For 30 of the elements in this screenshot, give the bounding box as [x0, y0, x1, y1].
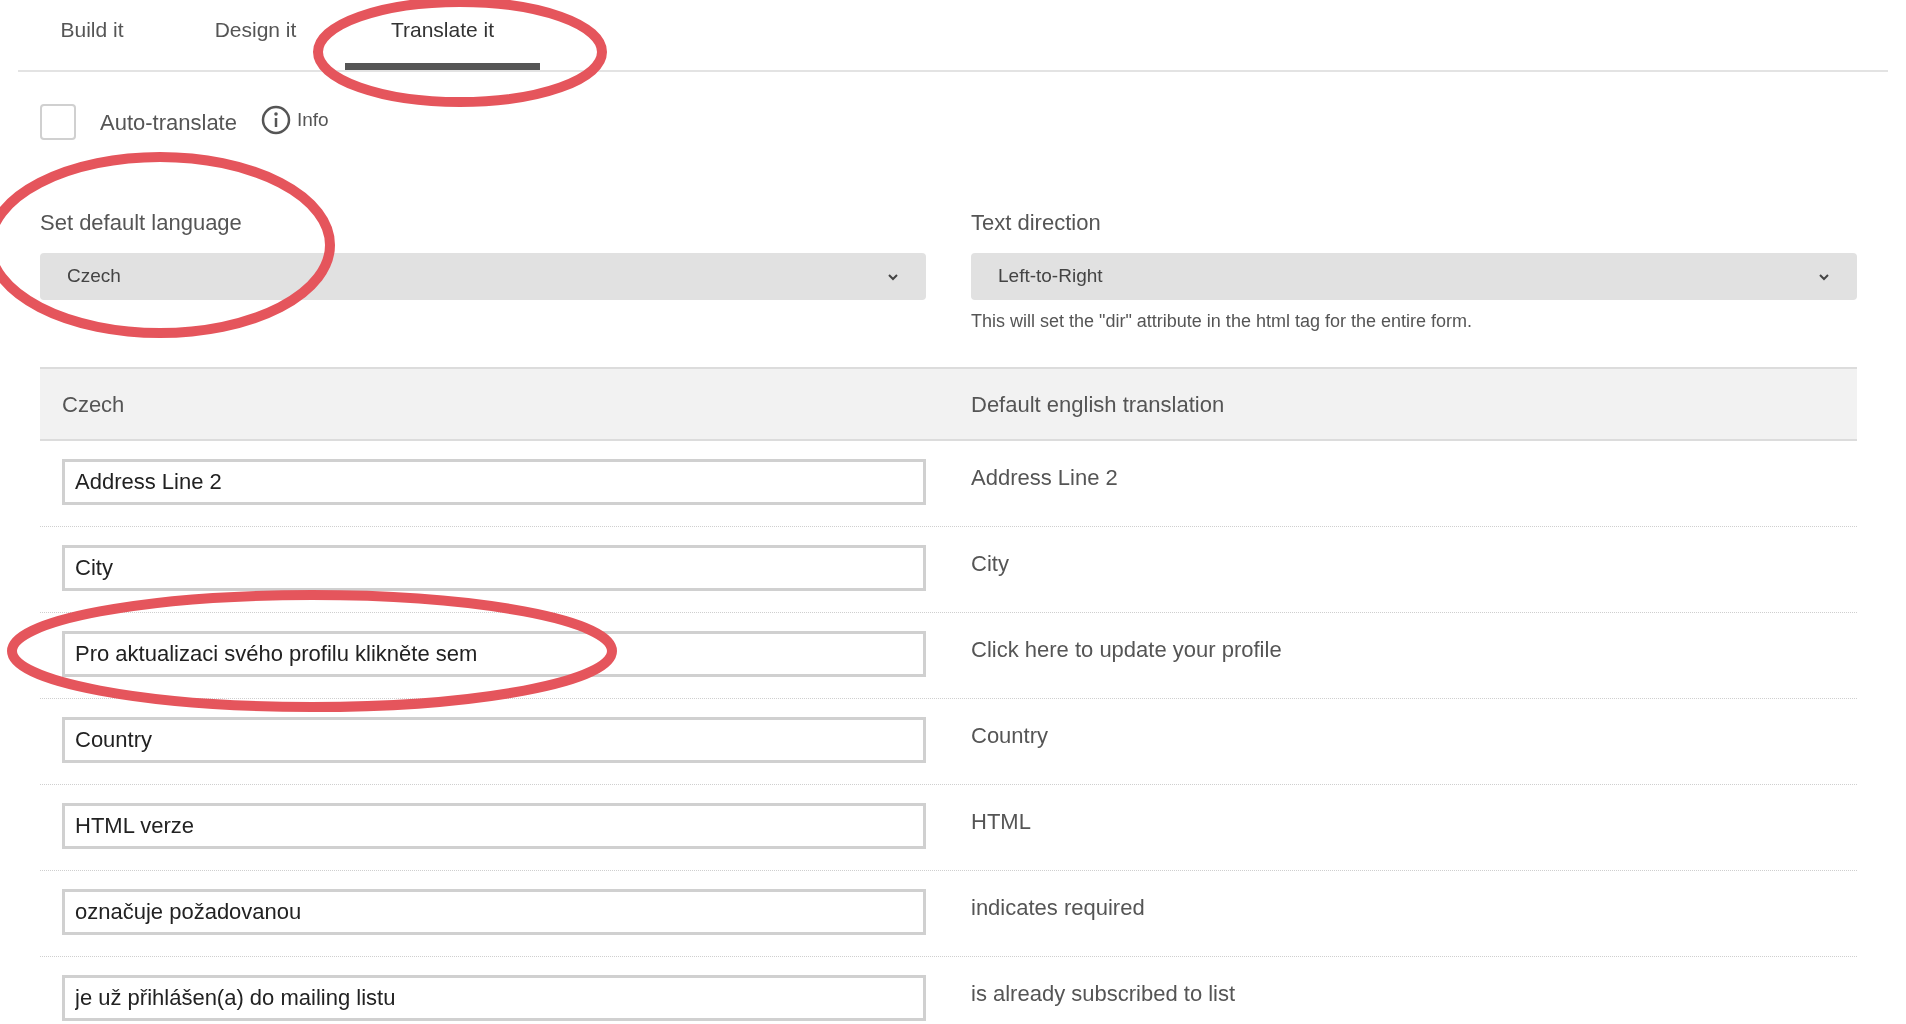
translation-field[interactable]: City: [62, 545, 926, 591]
tab[interactable]: Translate it: [345, 0, 540, 70]
info-icon[interactable]: [260, 105, 291, 135]
translation-field[interactable]: HTML verze: [62, 803, 926, 849]
column-header: Czech: [61, 390, 126, 419]
field-label: Set default language: [40, 209, 243, 237]
help-text: This will set the "dir" attribute in the html tag for the entire form.: [971, 310, 1473, 333]
english-text: Click here to update your profile: [971, 636, 1283, 664]
info-link[interactable]: Info: [296, 105, 329, 135]
direction-select[interactable]: Left-to-Right: [971, 253, 1857, 300]
tab[interactable]: Build it: [18, 0, 166, 70]
translation-field[interactable]: označuje požadovanou: [62, 889, 926, 935]
chevron-down-icon: [887, 272, 899, 281]
chevron-down-icon: [1818, 272, 1830, 281]
checkbox[interactable]: [40, 104, 76, 140]
english-text: City: [971, 550, 1010, 578]
translation-field[interactable]: Pro aktualizaci svého profilu klikněte sem: [62, 631, 926, 677]
translation-field[interactable]: Address Line 2: [62, 459, 926, 505]
translation-field[interactable]: je už přihlášen(a) do mailing listu: [62, 975, 926, 1021]
column-header: Default english translation: [971, 390, 1226, 419]
english-text: indicates required: [971, 894, 1146, 922]
english-text: Country: [971, 722, 1050, 750]
field-label: Text direction: [971, 209, 1102, 237]
english-text: Address Line 2: [971, 464, 1119, 492]
tab[interactable]: Design it: [166, 0, 345, 70]
translation-field[interactable]: Country: [62, 717, 926, 763]
english-text: is already subscribed to list: [971, 980, 1237, 1008]
auto-translate-label: Auto-translate: [100, 108, 237, 137]
english-text: HTML: [971, 808, 1032, 836]
language-select[interactable]: Czech: [40, 253, 926, 300]
